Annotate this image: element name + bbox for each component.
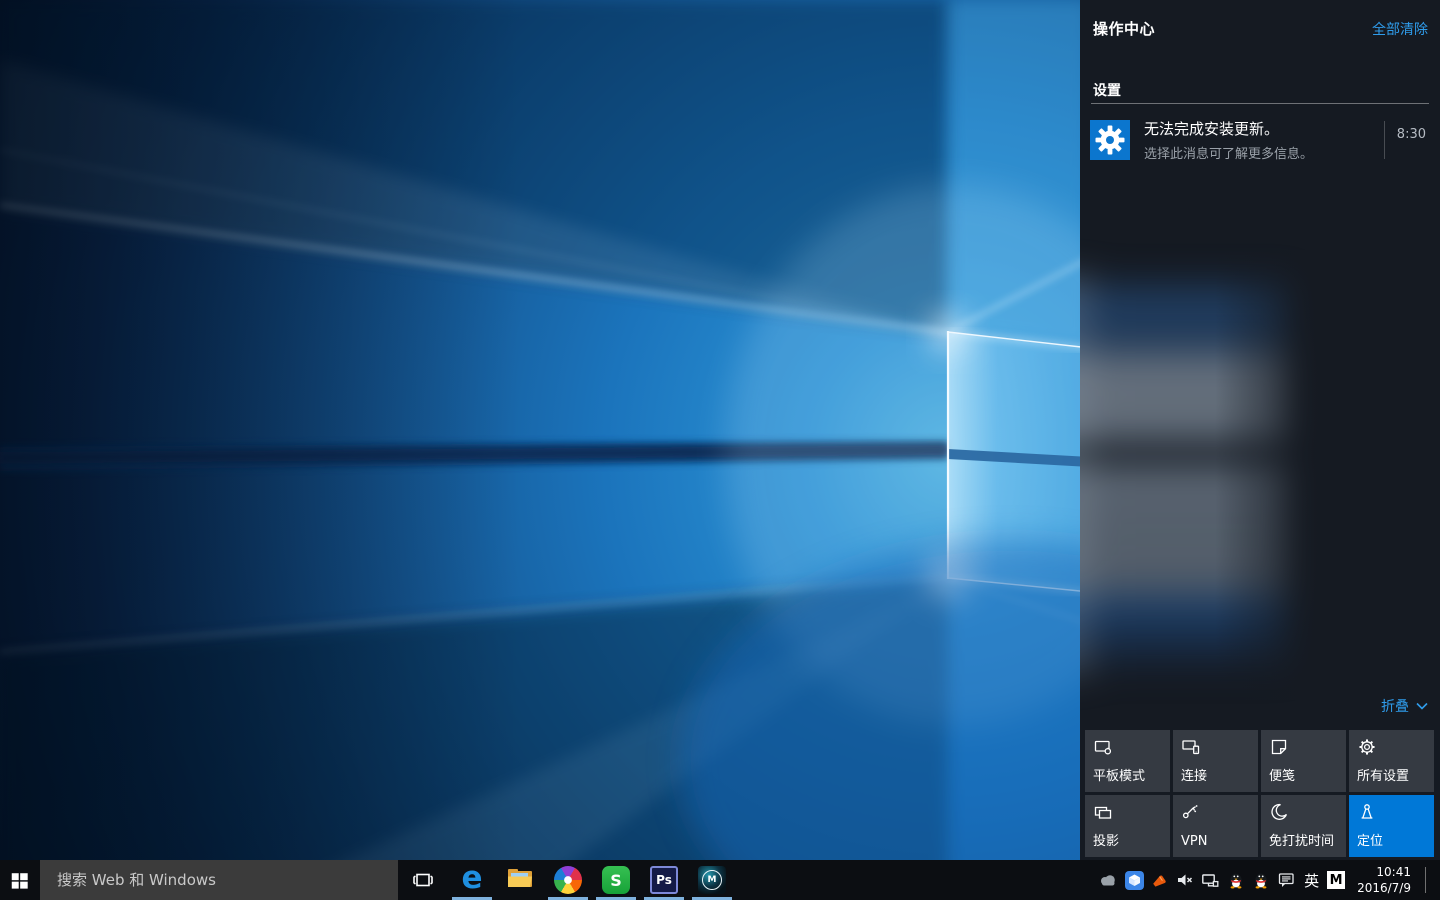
blue-cube-app-icon[interactable] — [1125, 871, 1144, 890]
motorola-m-logo: M — [702, 870, 722, 890]
task-view-button[interactable] — [398, 860, 448, 900]
ime-message-icon[interactable] — [1277, 871, 1296, 889]
tile-location[interactable]: 定位 — [1349, 795, 1434, 857]
taskbar-clock[interactable]: 10:41 2016/7/9 — [1357, 864, 1411, 896]
settings-section-label: 设置 — [1093, 80, 1121, 100]
taskbar-app-photoshop[interactable]: Ps — [640, 860, 688, 900]
taskbar: e S Ps M — [0, 860, 1440, 900]
notification-time: 8:30 — [1384, 121, 1428, 159]
vpn-icon — [1181, 807, 1201, 826]
tablet-mode-icon — [1093, 742, 1113, 761]
taskbar-app-edge[interactable]: e — [448, 860, 496, 900]
quiet-hours-moon-icon — [1269, 807, 1289, 826]
search-input[interactable] — [40, 860, 398, 900]
tray-divider — [1425, 867, 1426, 893]
color-pinwheel-icon — [554, 866, 582, 894]
motorola-icon: M — [698, 866, 726, 894]
tile-note[interactable]: 便笺 — [1261, 730, 1346, 792]
section-divider — [1091, 103, 1429, 104]
tile-label: VPN — [1181, 834, 1207, 849]
tile-project[interactable]: 投影 — [1085, 795, 1170, 857]
qq-penguin-icon[interactable] — [1252, 871, 1270, 889]
ime-mode-indicator[interactable]: M — [1327, 871, 1345, 889]
note-icon — [1269, 742, 1289, 761]
clock-time: 10:41 — [1357, 864, 1411, 880]
ime-language-indicator[interactable]: 英 — [1303, 870, 1320, 891]
onedrive-cloud-icon[interactable] — [1098, 872, 1118, 888]
tile-vpn[interactable]: VPN — [1173, 795, 1258, 857]
s-app-icon: S — [602, 866, 630, 894]
action-center-panel: 操作中心 全部清除 设置 无法完成安装更新。 — [1080, 0, 1440, 860]
taskbar-app-s[interactable]: S — [592, 860, 640, 900]
loudspeaker-app-icon[interactable] — [1151, 871, 1169, 889]
file-explorer-icon — [505, 865, 535, 895]
tile-label: 所有设置 — [1357, 765, 1409, 784]
taskbar-app-file-explorer[interactable] — [496, 860, 544, 900]
notification-subtitle: 选择此消息可了解更多信息。 — [1144, 143, 1378, 162]
photoshop-icon: Ps — [650, 866, 678, 894]
action-center-header: 操作中心 全部清除 — [1093, 18, 1428, 39]
taskbar-app-motorola[interactable]: M — [688, 860, 736, 900]
location-icon — [1357, 807, 1377, 826]
action-center-title: 操作中心 — [1093, 18, 1155, 39]
task-view-icon — [411, 870, 435, 890]
ime-mode-m: M — [1327, 871, 1345, 889]
start-button[interactable] — [0, 860, 40, 900]
system-tray: 英 M 10:41 2016/7/9 — [1098, 860, 1440, 900]
collapse-label: 折叠 — [1381, 696, 1409, 716]
clear-all-link[interactable]: 全部清除 — [1372, 19, 1428, 39]
tile-quiet-hours[interactable]: 免打扰时间 — [1261, 795, 1346, 857]
taskbar-app-pinwheel[interactable] — [544, 860, 592, 900]
notification-update-failed[interactable]: 无法完成安装更新。 选择此消息可了解更多信息。 8:30 — [1080, 112, 1440, 168]
tile-label: 连接 — [1181, 765, 1207, 784]
settings-gear-icon — [1357, 742, 1377, 761]
clock-date: 2016/7/9 — [1357, 880, 1411, 896]
show-desktop-button[interactable] — [1433, 860, 1440, 900]
tile-connect[interactable]: 连接 — [1173, 730, 1258, 792]
tile-label: 平板模式 — [1093, 765, 1145, 784]
chevron-down-icon — [1416, 702, 1428, 710]
tile-all-settings[interactable]: 所有设置 — [1349, 730, 1434, 792]
tile-label: 免打扰时间 — [1269, 830, 1334, 849]
blur-fade-overlay — [1080, 250, 1350, 700]
tile-label: 便笺 — [1269, 765, 1295, 784]
tile-label: 定位 — [1357, 830, 1383, 849]
tile-label: 投影 — [1093, 830, 1119, 849]
quick-actions-grid: 平板模式 连接 便笺 — [1085, 730, 1437, 857]
notification-title: 无法完成安装更新。 — [1144, 118, 1378, 139]
settings-gear-icon — [1090, 120, 1130, 160]
edge-icon: e — [461, 863, 482, 894]
taskbar-search-box — [40, 860, 398, 900]
project-icon — [1093, 807, 1113, 826]
connect-icon — [1181, 742, 1201, 761]
windows-logo-icon — [9, 869, 31, 891]
tile-tablet-mode[interactable]: 平板模式 — [1085, 730, 1170, 792]
collapse-link[interactable]: 折叠 — [1381, 696, 1428, 716]
volume-muted-icon[interactable] — [1176, 871, 1194, 889]
windows-desktop: { "wallpaper": {"name": "windows-10-hero… — [0, 0, 1440, 900]
network-icon[interactable] — [1201, 871, 1220, 889]
notification-texts: 无法完成安装更新。 选择此消息可了解更多信息。 — [1144, 118, 1378, 162]
qq-penguin-icon[interactable] — [1227, 871, 1245, 889]
